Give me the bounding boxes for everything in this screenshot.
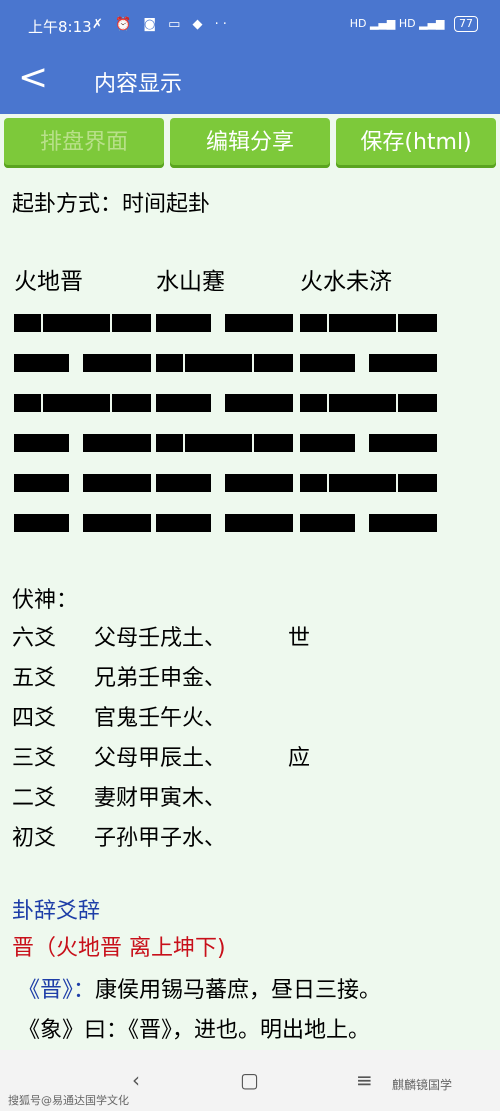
fushen-value: 子孙甲子水、 [94,826,227,851]
edit-share-button[interactable]: 编辑分享 [170,118,330,168]
watermark-right: 麒麟镜国学 [392,1078,453,1092]
yin-line-segment [14,514,69,532]
save-html-button[interactable]: 保存(html) [336,118,496,168]
yang-line [14,394,151,412]
guaci-line-1: 《晋》：康侯用锡马蕃庶，昼日三接。 [18,972,381,1004]
yang-line [14,314,151,332]
hexagram-name-3: 火水未济 [300,269,392,295]
yin-line-segment [83,514,151,532]
fushen-position: 初爻 [12,826,57,851]
fushen-position: 二爻 [12,786,57,811]
yin-line-segment [156,394,211,412]
system-nav-bar: ‹ ▢ ≡ 搜狐号@易通达国学文化 麒麟镜国学 [0,1050,500,1111]
guaci-line-2: 《象》曰：《晋》，进也。明出地上。 [18,1018,371,1043]
yin-line-segment [225,394,293,412]
yin-line-segment [156,514,211,532]
fushen-value: 兄弟壬申金、 [94,666,227,691]
signal-icon: HD ▂▄▆ HD ▂▄▆ [349,17,445,30]
fushen-value: 官鬼壬午火、 [94,706,227,731]
nav-menu-icon[interactable]: ≡ [356,1068,373,1092]
yin-line-segment [369,354,437,372]
yang-line [300,474,437,492]
nav-back-icon[interactable]: ‹ [132,1068,140,1092]
yin-line-segment [225,474,293,492]
yin-line-segment [300,434,355,452]
title-bar: < 内容显示 [0,48,500,114]
yang-line [300,314,437,332]
method-line: 起卦方式：时间起卦 [12,192,211,217]
status-time: 上午8:13 [28,18,92,36]
yin-line-segment [369,434,437,452]
yin-line-segment [14,354,69,372]
page-title: 内容显示 [94,72,183,97]
yin-line-segment [83,474,151,492]
fushen-position: 六爻 [12,626,57,651]
battery-icon: 77 [454,16,478,32]
gua-title: 晋（火地晋 离上坤下) [12,936,226,961]
fushen-value: 妻财甲寅木、 [94,786,227,811]
fushen-mark: 世 [288,626,311,651]
status-bar: 上午8:13 ✗ ⏰ ◙ ▭ ◆ ·· HD ▂▄▆ HD ▂▄▆ 77 [0,0,500,48]
fushen-position: 五爻 [12,666,57,691]
watermark-left: 搜狐号@易通达国学文化 [8,1094,129,1107]
fushen-position: 三爻 [12,746,57,771]
nav-home-icon[interactable]: ▢ [240,1068,259,1092]
paipan-button[interactable]: 排盘界面 [4,118,164,168]
yin-line-segment [83,354,151,372]
fushen-value: 父母甲辰土、 [94,746,227,771]
back-button[interactable]: < [18,58,48,98]
guaci-text-1: 康侯用锡马蕃庶，昼日三接。 [95,978,382,1003]
yin-line-segment [14,474,69,492]
notification-icons: ✗ ⏰ ◙ ▭ ◆ ·· [92,17,231,32]
book-name: 《晋》： [18,978,96,1003]
yin-line-segment [156,474,211,492]
fushen-mark: 应 [288,746,311,771]
fushen-value: 父母壬戌土、 [94,626,227,651]
hexagram-name-2: 水山蹇 [156,269,225,295]
yang-line [156,354,293,372]
yin-line-segment [300,514,355,532]
yin-line-segment [83,434,151,452]
yin-line-segment [156,314,211,332]
toolbar: 排盘界面 编辑分享 保存(html) [4,118,496,172]
yang-line [300,394,437,412]
yin-line-segment [225,314,293,332]
hexagram-name-1: 火地晋 [14,269,83,295]
fushen-label: 伏神： [12,588,79,613]
guaci-heading: 卦辞爻辞 [12,899,101,924]
yin-line-segment [369,514,437,532]
status-right: HD ▂▄▆ HD ▂▄▆ 77 [350,16,478,32]
yin-line-segment [14,434,69,452]
yang-line [156,434,293,452]
yin-line-segment [225,514,293,532]
yin-line-segment [300,354,355,372]
fushen-position: 四爻 [12,706,57,731]
